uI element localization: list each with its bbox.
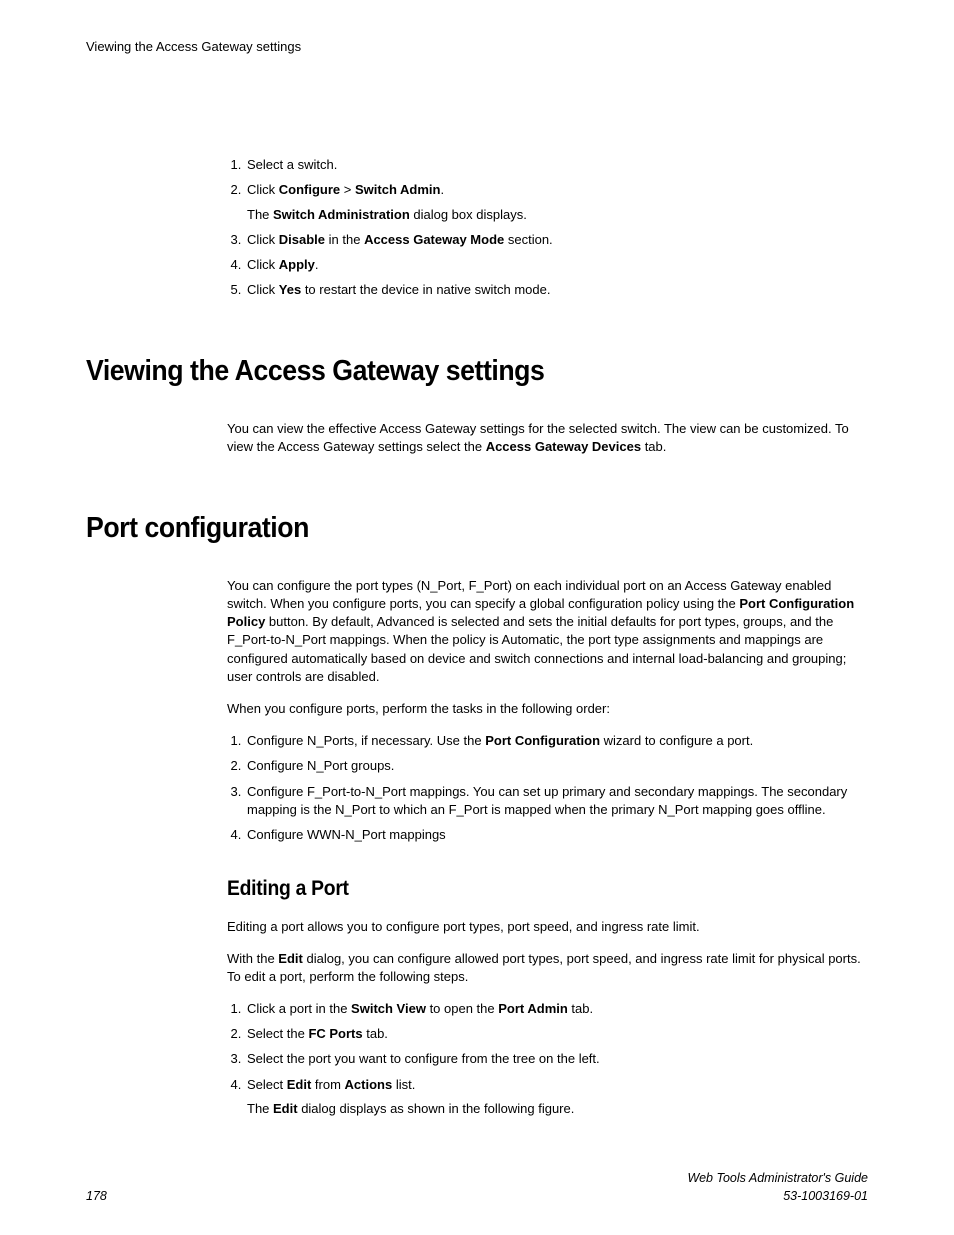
body-text: You can view the effective Access Gatewa…: [227, 420, 868, 456]
bold-text: Yes: [279, 282, 301, 297]
step-item: Select the FC Ports tab.: [245, 1025, 868, 1043]
bold-text: Port Configuration: [485, 733, 600, 748]
text: Click: [247, 257, 279, 272]
step-item: Click Yes to restart the device in nativ…: [245, 281, 868, 299]
step-item: Configure F_Port-to-N_Port mappings. You…: [245, 783, 868, 819]
bold-text: Actions: [345, 1077, 393, 1092]
ordered-list: Configure N_Ports, if necessary. Use the…: [227, 732, 868, 844]
bold-text: Access Gateway Mode: [364, 232, 504, 247]
heading-editing-port: Editing a Port: [227, 874, 817, 903]
step-item: Select a switch.: [245, 156, 868, 174]
footer-right: Web Tools Administrator's Guide 53-10031…: [688, 1170, 868, 1205]
bold-text: Edit: [287, 1077, 312, 1092]
text: to open the: [426, 1001, 498, 1016]
step-item: Select the port you want to configure fr…: [245, 1050, 868, 1068]
text: Configure N_Port groups.: [247, 758, 394, 773]
page: Viewing the Access Gateway settings Sele…: [0, 0, 954, 1235]
text: Select the port you want to configure fr…: [247, 1051, 600, 1066]
heading-port-configuration: Port configuration: [86, 508, 805, 549]
text: in the: [325, 232, 364, 247]
bold-text: Switch Administration: [273, 207, 410, 222]
running-head: Viewing the Access Gateway settings: [86, 38, 868, 56]
page-number: 178: [86, 1188, 107, 1206]
step-item: Configure N_Ports, if necessary. Use the…: [245, 732, 868, 750]
text: Select the: [247, 1026, 308, 1041]
step-item: Select Edit from Actions list. The Edit …: [245, 1076, 868, 1118]
bold-text: FC Ports: [308, 1026, 362, 1041]
port-config-block: You can configure the port types (N_Port…: [227, 577, 868, 1118]
bold-text: Apply: [279, 257, 315, 272]
text: The: [247, 207, 273, 222]
step-item: Click Configure > Switch Admin. The Swit…: [245, 181, 868, 223]
text: tab.: [641, 439, 666, 454]
text: dialog box displays.: [410, 207, 527, 222]
bold-text: Disable: [279, 232, 325, 247]
text: Configure N_Ports, if necessary. Use the: [247, 733, 485, 748]
text: Click a port in the: [247, 1001, 351, 1016]
text: >: [340, 182, 355, 197]
bold-text: Switch View: [351, 1001, 426, 1016]
text: list.: [392, 1077, 415, 1092]
text: With the: [227, 951, 278, 966]
text: wizard to configure a port.: [600, 733, 753, 748]
bold-text: Configure: [279, 182, 340, 197]
page-footer: 178 Web Tools Administrator's Guide 53-1…: [86, 1170, 868, 1205]
step-item: Configure N_Port groups.: [245, 757, 868, 775]
text: Configure WWN-N_Port mappings: [247, 827, 446, 842]
step-item: Click a port in the Switch View to open …: [245, 1000, 868, 1018]
bold-text: Edit: [278, 951, 303, 966]
text: section.: [504, 232, 552, 247]
ordered-list: Click a port in the Switch View to open …: [227, 1000, 868, 1118]
heading-viewing-settings: Viewing the Access Gateway settings: [86, 351, 805, 392]
step-item: Click Apply.: [245, 256, 868, 274]
bold-text: Switch Admin: [355, 182, 440, 197]
doc-id: 53-1003169-01: [688, 1188, 868, 1206]
body-text: When you configure ports, perform the ta…: [227, 700, 868, 718]
step-text: Select a switch.: [247, 157, 337, 172]
text: Select: [247, 1077, 287, 1092]
ordered-list: Select a switch. Click Configure > Switc…: [227, 156, 868, 299]
paragraph-block: You can view the effective Access Gatewa…: [227, 420, 868, 456]
bold-text: Access Gateway Devices: [486, 439, 641, 454]
text: The: [247, 1101, 273, 1116]
step-item: Configure WWN-N_Port mappings: [245, 826, 868, 844]
text: button. By default, Advanced is selected…: [227, 614, 846, 684]
text: tab.: [568, 1001, 593, 1016]
step-sub: The Edit dialog displays as shown in the…: [247, 1100, 868, 1118]
bold-text: Port Admin: [498, 1001, 568, 1016]
text: Click: [247, 232, 279, 247]
steps-block-top: Select a switch. Click Configure > Switc…: [227, 156, 868, 299]
step-item: Click Disable in the Access Gateway Mode…: [245, 231, 868, 249]
text: tab.: [363, 1026, 388, 1041]
guide-title: Web Tools Administrator's Guide: [688, 1170, 868, 1188]
text: Configure F_Port-to-N_Port mappings. You…: [247, 784, 847, 817]
text: dialog, you can configure allowed port t…: [227, 951, 861, 984]
text: from: [311, 1077, 344, 1092]
body-text: Editing a port allows you to configure p…: [227, 918, 868, 936]
text: .: [315, 257, 319, 272]
step-sub: The Switch Administration dialog box dis…: [247, 206, 868, 224]
bold-text: Edit: [273, 1101, 298, 1116]
text: dialog displays as shown in the followin…: [298, 1101, 575, 1116]
text: .: [440, 182, 444, 197]
text: to restart the device in native switch m…: [301, 282, 550, 297]
body-text: You can configure the port types (N_Port…: [227, 577, 868, 686]
text: Click: [247, 182, 279, 197]
text: Click: [247, 282, 279, 297]
body-text: With the Edit dialog, you can configure …: [227, 950, 868, 986]
